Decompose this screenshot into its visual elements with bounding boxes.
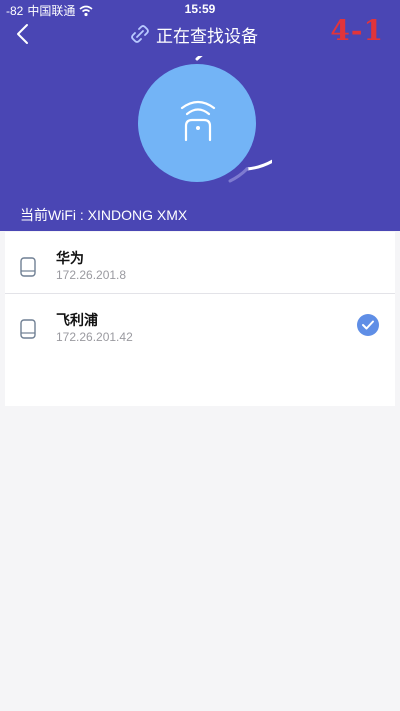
link-icon [131, 25, 149, 43]
device-name: 飞利浦 [56, 312, 98, 328]
device-ip: 172.26.201.8 [56, 268, 127, 282]
nav-title-group: 正在查找设备 [130, 21, 258, 47]
device-ip: 172.26.201.42 [56, 330, 133, 344]
list-item[interactable]: 华为 172.26.201.8 [5, 232, 395, 294]
selected-check[interactable] [357, 314, 379, 336]
step-badge: 4-1 [330, 14, 384, 47]
chevron-left-icon [17, 24, 28, 44]
nav-bar: 正在查找设备 4-1 [0, 14, 400, 48]
device-name: 华为 [56, 250, 84, 266]
list-item[interactable]: 飞利浦 172.26.201.42 [5, 294, 395, 406]
device-icon [20, 257, 36, 277]
device-icon [20, 319, 36, 339]
router-wifi-icon [180, 100, 216, 142]
page-title: 正在查找设备 [156, 26, 258, 46]
back-button[interactable] [10, 20, 34, 48]
current-wifi-label: 当前WiFi : XINDONG XMX [20, 207, 188, 223]
radar-scanner [130, 56, 272, 198]
check-icon [362, 320, 374, 330]
device-list: 华为 172.26.201.8 飞利浦 172.26.201.42 [5, 232, 395, 406]
header: -82 中国联通 15:59 正在查找设备 4-1 当前WiFi: XINDO… [0, 0, 400, 231]
